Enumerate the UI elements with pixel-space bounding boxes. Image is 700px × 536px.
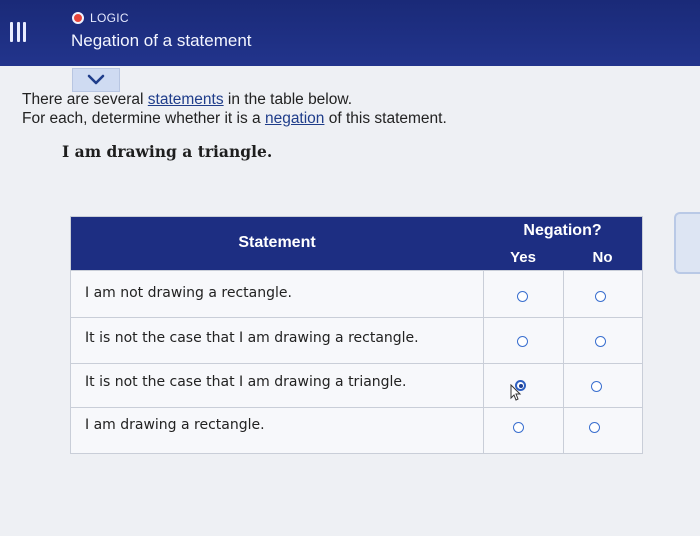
column-header-no: No [592,249,613,266]
side-panel-tab[interactable] [674,212,700,274]
instructions-text: There are several [22,91,144,108]
column-header-statement: Statement [238,234,316,251]
row-statement: It is not the case that I am drawing a r… [85,330,419,346]
instructions-line-2: For each, determine whether it is a nega… [22,109,447,128]
statements-link[interactable]: statements [148,91,224,108]
radio-yes[interactable] [517,291,528,302]
pointer-cursor-icon [510,384,522,401]
instructions-text: For each, determine whether it is a [22,110,261,127]
topic-status-dot [72,12,84,24]
row-statement: It is not the case that I am drawing a t… [85,374,407,390]
column-header-negation: Negation? [523,222,602,239]
radio-yes[interactable] [513,422,524,433]
column-divider [563,270,564,453]
instructions-text: of this statement. [328,110,447,127]
row-statement: I am not drawing a rectangle. [85,285,292,301]
instructions: There are several statements in the tabl… [22,90,447,128]
menu-icon[interactable] [10,22,26,42]
table-row: It is not the case that I am drawing a t… [71,363,642,407]
radio-no[interactable] [591,381,602,392]
instructions-line-1: There are several statements in the tabl… [22,90,447,109]
top-header: LOGIC Negation of a statement [0,0,700,66]
radio-no[interactable] [595,291,606,302]
column-divider [483,270,484,453]
given-statement: I am drawing a triangle. [62,142,273,161]
page-title: Negation of a statement [71,31,252,50]
negation-table: Statement Negation? Yes No I am not draw… [70,216,643,454]
topic-label: LOGIC [72,11,129,25]
column-header-yes: Yes [510,249,536,266]
radio-no[interactable] [595,336,606,347]
chevron-down-icon [87,74,105,85]
radio-yes[interactable] [517,336,528,347]
table-row: It is not the case that I am drawing a r… [71,317,642,363]
radio-no[interactable] [589,422,600,433]
collapse-button[interactable] [72,68,120,92]
topic-text: LOGIC [90,11,129,25]
negation-link[interactable]: negation [265,110,324,127]
row-statement: I am drawing a rectangle. [85,417,265,433]
table-header: Statement Negation? Yes No [71,217,642,270]
table-row: I am drawing a rectangle. [71,407,642,453]
table-row: I am not drawing a rectangle. [71,270,642,317]
instructions-text: in the table below. [227,91,353,108]
